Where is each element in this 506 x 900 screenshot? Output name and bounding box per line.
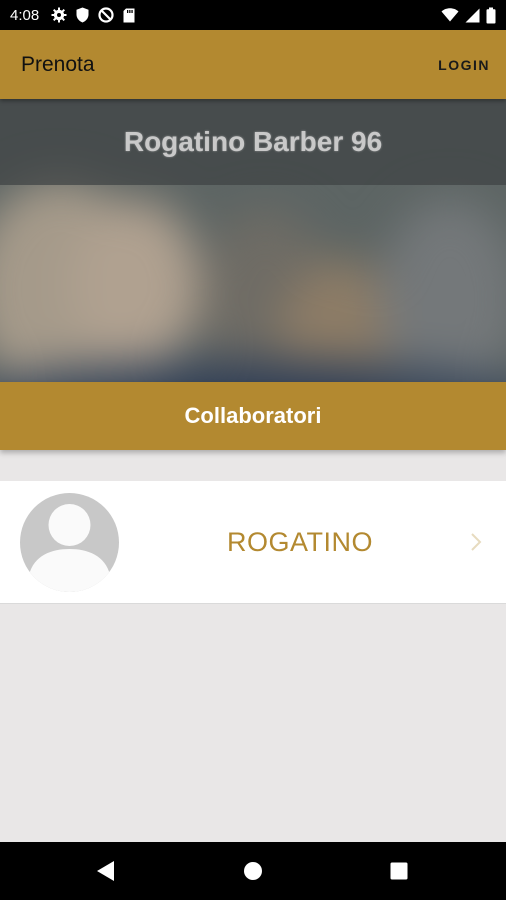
battery-icon xyxy=(486,7,496,24)
default-person-avatar xyxy=(20,493,119,592)
section-title: Collaboratori xyxy=(184,403,322,428)
shield-icon xyxy=(76,7,89,23)
hero-banner: Rogatino Barber 96 xyxy=(0,99,506,382)
recents-icon[interactable] xyxy=(369,842,429,900)
login-button[interactable]: LOGIN xyxy=(438,57,490,73)
home-icon[interactable] xyxy=(223,842,283,900)
gear-icon xyxy=(51,7,67,23)
chevron-right-icon xyxy=(468,531,484,553)
status-time: 4:08 xyxy=(10,6,40,24)
app-bar: Prenota LOGIN xyxy=(0,30,506,99)
staff-name: ROGATINO xyxy=(226,527,373,557)
staff-list-item[interactable]: ROGATINO xyxy=(0,481,506,604)
hero-title-band: Rogatino Barber 96 xyxy=(0,99,506,185)
shop-name: Rogatino Barber 96 xyxy=(123,126,383,157)
back-icon[interactable] xyxy=(76,842,136,900)
sd-card-icon xyxy=(123,8,135,23)
signal-icon xyxy=(465,8,480,23)
status-right-icons xyxy=(441,7,496,24)
section-header: Collaboratori xyxy=(0,382,506,450)
do-not-disturb-icon xyxy=(98,7,114,23)
status-left-icons xyxy=(51,7,135,23)
status-bar: 4:08 xyxy=(0,0,506,30)
wifi-icon xyxy=(441,8,459,22)
navigation-bar xyxy=(0,842,506,900)
app-title: Prenota xyxy=(21,52,95,76)
